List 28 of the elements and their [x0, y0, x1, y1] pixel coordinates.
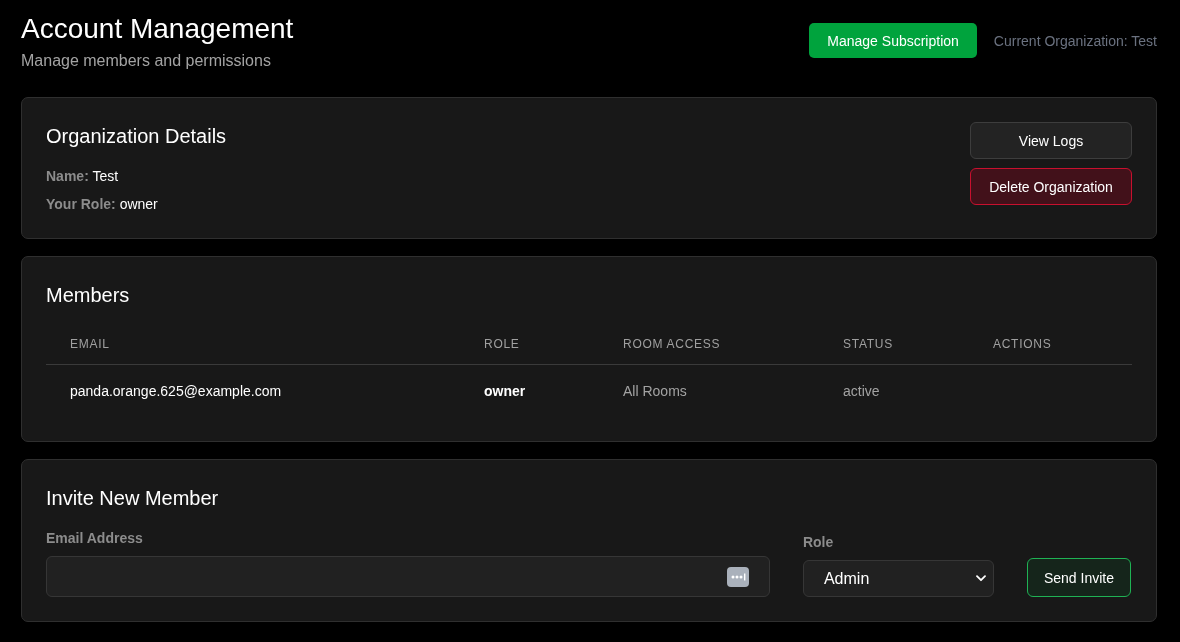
- caret-icon: [975, 575, 986, 582]
- field-label: Role: [802, 533, 834, 552]
- card-title: Members: [46, 283, 131, 308]
- card-title: Invite New Member: [46, 486, 220, 511]
- column-header: STATUS: [843, 337, 893, 351]
- column-header: EMAIL: [70, 337, 110, 351]
- view-logs-button[interactable]: View Logs: [970, 122, 1132, 159]
- role-select[interactable]: Admin: [802, 560, 994, 597]
- field-value: Test: [92, 168, 119, 184]
- column-header: ROOM ACCESS: [623, 337, 721, 351]
- column-header: ACTIONS: [993, 337, 1052, 351]
- column-header: ROLE: [484, 337, 520, 351]
- field-label: Email Address: [46, 529, 143, 548]
- table-cell: All Rooms: [623, 383, 687, 399]
- table-cell: owner: [484, 383, 526, 399]
- card-title: Organization Details: [46, 124, 227, 149]
- table-cell: panda.orange.625@example.com: [70, 383, 282, 399]
- field-label: Name:: [46, 168, 89, 184]
- page-title: Account Management: [21, 12, 294, 46]
- page-subtitle: Manage members and permissions: [21, 51, 272, 71]
- field-label: Your Role:: [46, 196, 116, 212]
- field-value: owner: [119, 196, 158, 212]
- email-field[interactable]: [46, 556, 770, 597]
- current-organization-text: Current Organization: Test: [993, 32, 1157, 49]
- delete-organization-button[interactable]: Delete Organization: [970, 168, 1132, 205]
- send-invite-button[interactable]: Send Invite: [1026, 558, 1131, 597]
- table-cell: active: [843, 383, 880, 399]
- ellipsis-icon[interactable]: [726, 566, 749, 587]
